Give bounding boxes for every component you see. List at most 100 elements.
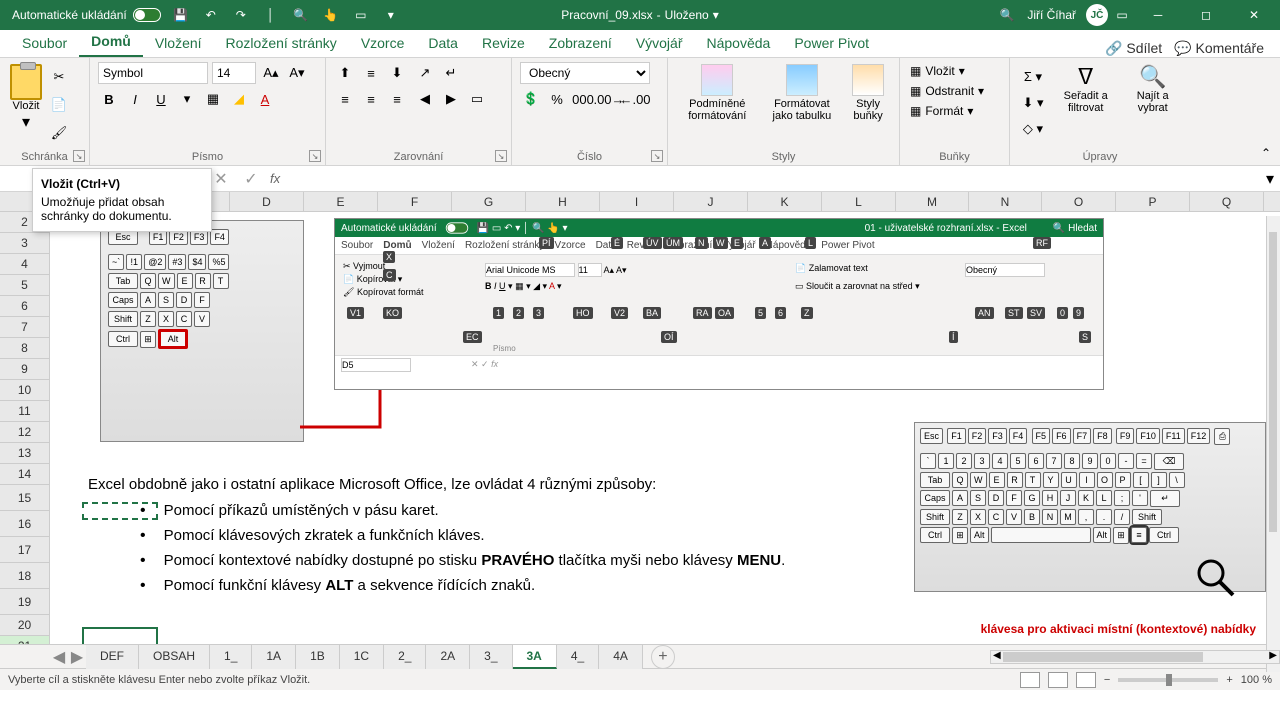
col-header-L[interactable]: L xyxy=(822,192,896,211)
col-header-F[interactable]: F xyxy=(378,192,452,211)
zoom-level[interactable]: 100 % xyxy=(1241,674,1272,686)
tab-developer[interactable]: Vývojář xyxy=(624,29,695,57)
underline-dropdown-icon[interactable]: ▾ xyxy=(176,88,198,110)
number-format-select[interactable]: Obecný xyxy=(520,62,650,84)
tab-data[interactable]: Data xyxy=(416,29,470,57)
decrease-decimal-icon[interactable]: ←.00 xyxy=(624,88,646,110)
formula-input[interactable] xyxy=(288,168,1252,190)
row-header-11[interactable]: 11 xyxy=(0,401,50,422)
save-icon[interactable]: 💾 xyxy=(171,5,191,25)
zoom-out-button[interactable]: − xyxy=(1104,674,1110,686)
maximize-button[interactable]: ◻ xyxy=(1184,0,1228,30)
customize-qat-icon[interactable]: ▾ xyxy=(381,5,401,25)
cut-icon[interactable]: ✂ xyxy=(48,66,70,88)
format-cells-button[interactable]: ▦ Formát ▾ xyxy=(908,102,1001,120)
sheet-tab-DEF[interactable]: DEF xyxy=(86,645,139,669)
accounting-format-icon[interactable]: 💲 xyxy=(520,88,542,110)
row-header-18[interactable]: 18 xyxy=(0,563,50,589)
align-top-icon[interactable]: ⬆ xyxy=(334,62,356,84)
grid-area[interactable]: 23456789101112131415161718192021 Esc F1F… xyxy=(0,212,1280,644)
col-header-Q[interactable]: Q xyxy=(1190,192,1264,211)
tab-help[interactable]: Nápověda xyxy=(695,29,783,57)
align-bottom-icon[interactable]: ⬇ xyxy=(386,62,408,84)
normal-view-button[interactable] xyxy=(1020,672,1040,688)
fill-icon[interactable]: ⬇ ▾ xyxy=(1022,92,1044,114)
row-header-12[interactable]: 12 xyxy=(0,422,50,443)
font-name-select[interactable] xyxy=(98,62,208,84)
col-header-H[interactable]: H xyxy=(526,192,600,211)
sheet-tab-1A[interactable]: 1A xyxy=(252,645,296,669)
increase-indent-icon[interactable]: ▶ xyxy=(440,88,462,110)
row-header-19[interactable]: 19 xyxy=(0,589,50,615)
col-header-E[interactable]: E xyxy=(304,192,378,211)
row-header-4[interactable]: 4 xyxy=(0,254,50,275)
collapse-ribbon-icon[interactable]: ⌃ xyxy=(1258,145,1274,161)
row-header-16[interactable]: 16 xyxy=(0,511,50,537)
col-header-D[interactable]: D xyxy=(230,192,304,211)
thousands-icon[interactable]: 000 xyxy=(572,88,594,110)
sheet-tab-2A[interactable]: 2A xyxy=(426,645,470,669)
italic-button[interactable]: I xyxy=(124,88,146,110)
horizontal-scrollbar[interactable]: ◀ ▶ xyxy=(990,650,1280,664)
tab-review[interactable]: Revize xyxy=(470,29,537,57)
minimize-button[interactable]: ─ xyxy=(1136,0,1180,30)
status-dropdown-icon[interactable]: ▾ xyxy=(713,8,719,22)
autosum-icon[interactable]: Σ ▾ xyxy=(1022,66,1044,88)
fb-expand-icon[interactable]: ▾ xyxy=(1260,169,1280,189)
tab-insert[interactable]: Vložení xyxy=(143,29,214,57)
wrap-text-icon[interactable]: ↵ xyxy=(440,62,462,84)
merge-icon[interactable]: ▭ xyxy=(466,88,488,110)
percent-format-icon[interactable]: % xyxy=(546,88,568,110)
fill-color-icon[interactable]: ◢ xyxy=(228,88,250,110)
paste-dropdown-icon[interactable]: ▾ xyxy=(22,112,30,132)
row-header-7[interactable]: 7 xyxy=(0,317,50,338)
add-sheet-button[interactable]: + xyxy=(651,645,675,669)
comments-button[interactable]: 💬 Komentáře xyxy=(1174,40,1264,57)
autosave-toggle[interactable]: Automatické ukládání xyxy=(12,8,161,22)
col-header-M[interactable]: M xyxy=(896,192,969,211)
undo-icon[interactable]: ↶ xyxy=(201,5,221,25)
vertical-scrollbar[interactable] xyxy=(1266,216,1280,672)
col-header-K[interactable]: K xyxy=(748,192,822,211)
zoom-icon[interactable]: 🔍 xyxy=(291,5,311,25)
row-header-21[interactable]: 21 xyxy=(0,636,50,644)
avatar[interactable]: JČ xyxy=(1086,4,1108,26)
sheet-tab-4_[interactable]: 4_ xyxy=(557,645,599,669)
number-dialog-launcher[interactable]: ↘ xyxy=(651,150,663,162)
tab-home[interactable]: Domů xyxy=(79,27,143,57)
align-left-icon[interactable]: ≡ xyxy=(334,88,356,110)
row-header-6[interactable]: 6 xyxy=(0,296,50,317)
col-header-I[interactable]: I xyxy=(600,192,674,211)
sheet-tab-OBSAH[interactable]: OBSAH xyxy=(139,645,210,669)
touch-icon[interactable]: 👆 xyxy=(321,5,341,25)
row-header-13[interactable]: 13 xyxy=(0,443,50,464)
fb-confirm-icon[interactable]: ✓ xyxy=(240,168,262,190)
row-header-9[interactable]: 9 xyxy=(0,359,50,380)
sheet-tab-1_[interactable]: 1_ xyxy=(210,645,252,669)
bold-button[interactable]: B xyxy=(98,88,120,110)
zoom-in-button[interactable]: + xyxy=(1226,674,1232,686)
row-header-15[interactable]: 15 xyxy=(0,485,50,511)
align-center-icon[interactable]: ≡ xyxy=(360,88,382,110)
row-header-3[interactable]: 3 xyxy=(0,233,50,254)
sheet-tab-1B[interactable]: 1B xyxy=(296,645,340,669)
insert-cells-button[interactable]: ▦ Vložit ▾ xyxy=(908,62,1001,80)
row-header-14[interactable]: 14 xyxy=(0,464,50,485)
clipboard-dialog-launcher[interactable]: ↘ xyxy=(73,150,85,162)
pagelayout-view-button[interactable] xyxy=(1048,672,1068,688)
col-header-N[interactable]: N xyxy=(969,192,1042,211)
active-cell[interactable] xyxy=(82,627,158,644)
increase-decimal-icon[interactable]: .00→ xyxy=(598,88,620,110)
find-select-button[interactable]: 🔍 Najít a vybrat xyxy=(1123,62,1182,144)
row-header-17[interactable]: 17 xyxy=(0,537,50,563)
tab-pagelayout[interactable]: Rozložení stránky xyxy=(214,29,349,57)
decrease-indent-icon[interactable]: ◀ xyxy=(414,88,436,110)
sheet-nav-next[interactable]: ▶ xyxy=(68,647,86,667)
clear-icon[interactable]: ◇ ▾ xyxy=(1022,118,1044,140)
redo-icon[interactable]: ↷ xyxy=(231,5,251,25)
format-painter-icon[interactable]: 🖌 xyxy=(48,122,70,144)
format-as-table-button[interactable]: Formátovat jako tabulku xyxy=(761,62,844,124)
tab-file[interactable]: Soubor xyxy=(10,29,79,57)
close-button[interactable]: ✕ xyxy=(1232,0,1276,30)
row-header-5[interactable]: 5 xyxy=(0,275,50,296)
